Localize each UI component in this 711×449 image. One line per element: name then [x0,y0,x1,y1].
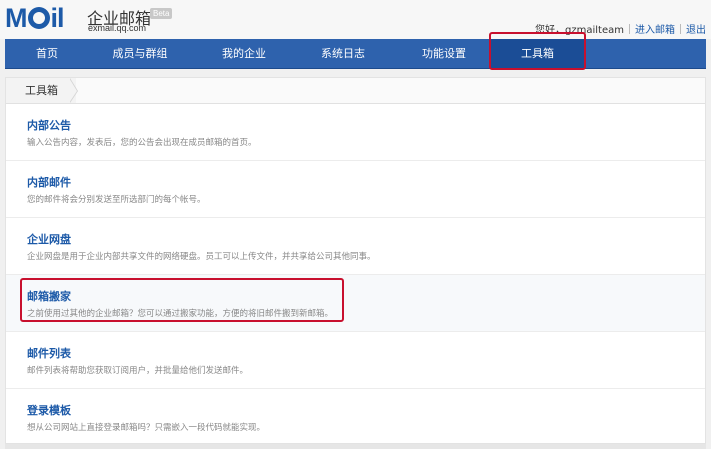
content-panel: 工具箱 内部公告 输入公告内容，发表后，您的公告会出现在成员邮箱的首页。 内部邮… [5,77,706,444]
beta-badge: Beta [150,8,173,19]
tool-title-link[interactable]: 登录模板 [27,402,71,418]
main-nav: 首页 成员与群组 我的企业 系统日志 功能设置 工具箱 [5,39,706,69]
tool-title-link[interactable]: 企业网盘 [27,231,71,247]
logo-il: il [50,3,65,33]
tool-item-internal-mail: 内部邮件 您的邮件将会分别发送至所选部门的每个帐号。 [6,161,705,218]
enter-mail-link[interactable]: 进入邮箱 [635,21,675,36]
logout-link[interactable]: 退出 [686,21,706,36]
nav-home[interactable]: 首页 [8,39,86,69]
divider [680,23,681,34]
tool-title-link[interactable]: 邮件列表 [27,345,71,361]
tool-item-announcement: 内部公告 输入公告内容，发表后，您的公告会出现在成员邮箱的首页。 [6,104,705,161]
divider [629,23,630,34]
tool-desc: 邮件列表将帮助您获取订阅用户，并批量给他们发送邮件。 [27,366,249,376]
migration-highlight-box [20,278,344,322]
nav-system-log[interactable]: 系统日志 [303,39,383,69]
tool-desc: 输入公告内容，发表后，您的公告会出现在成员邮箱的首页。 [27,138,257,148]
tool-item-login-template: 登录模板 想从公司网站上直接登录邮箱吗？只需嵌入一段代码就能实现。 [6,389,705,446]
tool-item-mailing-list: 邮件列表 邮件列表将帮助您获取订阅用户，并批量给他们发送邮件。 [6,332,705,389]
logo-domain: exmail.qq.com [88,23,147,33]
breadcrumb: 工具箱 [6,78,705,104]
tool-desc: 企业网盘是用于企业内部共享文件的网络硬盘。员工可以上传文件，并共享给公司其他同事… [27,252,376,262]
logo-o-icon [27,7,50,29]
tool-desc: 您的邮件将会分别发送至所选部门的每个帐号。 [27,195,206,205]
breadcrumb-item[interactable]: 工具箱 [6,78,76,103]
logo[interactable]: Mil [5,3,65,33]
tool-desc: 想从公司网站上直接登录邮箱吗？只需嵌入一段代码就能实现。 [27,423,266,433]
tool-title-link[interactable]: 内部邮件 [27,174,71,190]
nav-my-enterprise[interactable]: 我的企业 [205,39,283,69]
tool-item-netdisk: 企业网盘 企业网盘是用于企业内部共享文件的网络硬盘。员工可以上传文件，并共享给公… [6,218,705,275]
nav-members-groups[interactable]: 成员与群组 [100,39,180,69]
toolbox-highlight-box [489,32,586,70]
header: Mil 企业邮箱 Beta exmail.qq.com 您好，gzmailtea… [0,0,711,39]
bottom-strip [5,444,706,449]
nav-settings[interactable]: 功能设置 [405,39,483,69]
logo-m: M [5,3,27,33]
breadcrumb-arrow-inner [69,78,77,103]
tool-title-link[interactable]: 内部公告 [27,117,71,133]
